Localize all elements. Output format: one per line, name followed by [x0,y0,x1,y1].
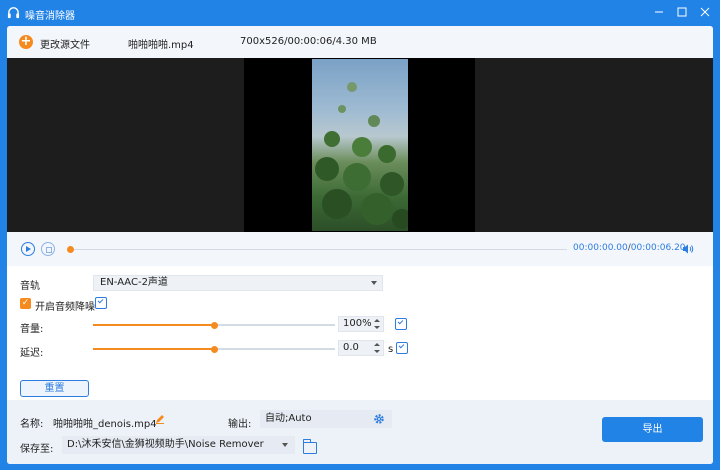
minimize-button[interactable] [652,5,666,19]
chevron-down-icon [371,281,377,285]
play-button[interactable] [21,242,35,256]
stop-button[interactable] [41,242,55,256]
track-label: 音轨 [20,281,40,292]
export-button[interactable]: 导出 [602,417,703,442]
headphones-icon [7,7,20,19]
save-to-label: 保存至: [20,444,54,455]
gear-icon[interactable] [373,413,385,425]
video-frame [244,58,475,232]
source-fileinfo: 700x526/00:00:06/4.30 MB [240,36,377,47]
delay-unit: s [388,344,394,355]
output-filename: 啪啪啪啪_denois.mp4 [53,419,157,430]
decrement-icon[interactable] [374,350,380,353]
video-preview [7,58,713,232]
volume-slider-handle[interactable] [210,321,218,329]
time-display: 00:00:00.00/00:00:06.20 [573,243,686,253]
delay-input[interactable]: 0.0 [338,340,384,356]
name-label: 名称: [20,419,44,430]
delay-slider-handle[interactable] [210,345,218,353]
current-time: 00:00:00.00 [573,243,628,253]
app-window: 噪音消除器 + 更改源文件 啪啪啪啪.mp4 700x526/00:00:06/… [0,0,720,470]
save-path-value: D:\沐禾安信\金狮视频助手\Noise Remover [67,439,264,450]
settings-panel: 音轨 EN-AAC-2声道 ✓ 开启音频降噪 音量: 100% 延迟: 0.0 … [7,266,713,400]
total-time: 00:00:06.20 [630,243,686,253]
change-source-button[interactable]: 更改源文件 [40,36,90,51]
file-bar: + 更改源文件 啪啪啪啪.mp4 700x526/00:00:06/4.30 M… [7,26,713,58]
volume-icon[interactable] [682,243,694,255]
edit-icon[interactable] [155,414,165,424]
progress-handle[interactable] [67,246,74,253]
folder-icon[interactable] [302,439,317,454]
apply-delay-all-icon[interactable] [396,342,408,354]
decrement-icon[interactable] [374,326,380,329]
plant-scene-image [315,82,408,229]
source-filename: 啪啪啪啪.mp4 [128,40,194,51]
denoise-label: 开启音频降噪 [35,302,95,313]
output-panel: 名称: 啪啪啪啪_denois.mp4 输出: 自动;Auto 保存至: D:\… [7,400,713,464]
playback-controls: 00:00:00.00/00:00:06.20 [7,232,713,266]
progress-track[interactable] [69,249,567,250]
close-icon [700,7,710,17]
output-format-label: 输出: [228,419,252,430]
video-thumbnail [312,59,408,231]
track-select-value: EN-AAC-2声道 [100,277,168,288]
increment-icon[interactable] [374,319,380,322]
minimize-icon [655,11,663,13]
chevron-down-icon[interactable] [282,443,288,447]
title-bar: 噪音消除器 [0,0,720,26]
delay-label: 延迟: [20,348,44,359]
volume-slider-fill [93,324,214,326]
apply-volume-all-icon[interactable] [395,318,407,330]
output-format-value: 自动;Auto [265,413,312,424]
save-path-field[interactable]: D:\沐禾安信\金狮视频助手\Noise Remover [62,436,295,454]
delay-slider-fill [93,348,214,350]
maximize-icon [677,7,687,17]
volume-label: 音量: [20,324,44,335]
delay-value: 0.0 [343,342,359,353]
volume-input[interactable]: 100% [338,316,384,332]
apply-all-icon[interactable] [95,297,107,309]
reset-button[interactable]: 重置 [20,380,89,397]
add-source-icon[interactable]: + [19,35,33,49]
increment-icon[interactable] [374,343,380,346]
main-panel: + 更改源文件 啪啪啪啪.mp4 700x526/00:00:06/4.30 M… [7,26,713,464]
track-select[interactable]: EN-AAC-2声道 [93,275,383,291]
close-button[interactable] [698,5,712,19]
maximize-button[interactable] [675,5,689,19]
window-title: 噪音消除器 [25,11,75,22]
denoise-checkbox[interactable]: ✓ [20,298,31,309]
volume-value: 100% [343,318,372,329]
